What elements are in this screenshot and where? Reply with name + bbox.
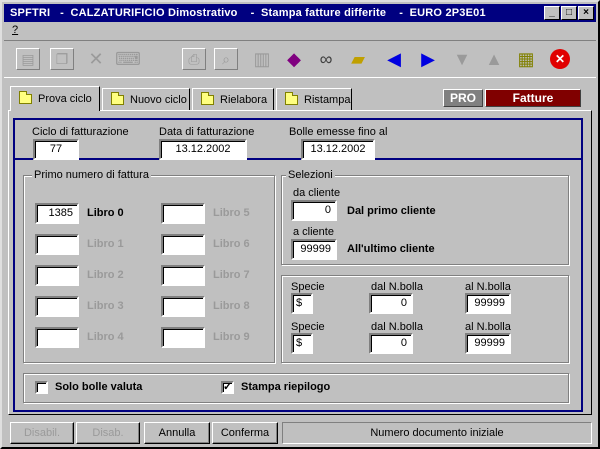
folder-icon bbox=[111, 91, 124, 105]
dal-bolla-input[interactable]: 0 bbox=[369, 293, 413, 314]
libro-5-label: Libro 5 bbox=[213, 207, 250, 219]
folder-open-icon bbox=[19, 91, 32, 104]
search-doc-icon[interactable]: ⌕ bbox=[212, 46, 240, 72]
application-window: SPFTRI - CALZATURIFICIO Dimostrativo - S… bbox=[0, 0, 600, 449]
folder-edit-icon[interactable]: ▰ bbox=[344, 46, 372, 72]
disab-button[interactable]: Disab. bbox=[76, 422, 140, 444]
close-button[interactable]: × bbox=[578, 6, 594, 20]
libro-1-input[interactable] bbox=[35, 234, 79, 255]
menu-help[interactable]: ? bbox=[12, 24, 18, 36]
libro-6-label: Libro 6 bbox=[213, 238, 250, 250]
dal-bolla-label: dal N.bolla bbox=[371, 281, 423, 293]
title-bar: SPFTRI - CALZATURIFICIO Dimostrativo - S… bbox=[4, 4, 596, 22]
libro-8-input[interactable] bbox=[161, 296, 205, 317]
da-cliente-label: da cliente bbox=[293, 187, 341, 199]
divider bbox=[15, 158, 581, 160]
specie-input[interactable]: $ bbox=[291, 333, 313, 354]
libro-0-input[interactable]: 1385 bbox=[35, 203, 79, 224]
bolle-fino-input[interactable]: 13.12.2002 bbox=[301, 139, 375, 160]
a-cliente-desc: All'ultimo cliente bbox=[347, 243, 435, 255]
tab-ristampa[interactable]: Ristampa bbox=[276, 88, 352, 110]
da-cliente-desc: Dal primo cliente bbox=[347, 205, 436, 217]
new-doc-icon[interactable]: ▤ bbox=[14, 46, 42, 72]
dal-bolla-label: dal N.bolla bbox=[371, 321, 423, 333]
conferma-button[interactable]: Conferma bbox=[212, 422, 278, 444]
toolbar: ▤ ❐ ✕ ⌨ ⎙ ⌕ ▥ ◆ ∞ ▰ ◀ ▶ ▼ ▲ ▦ ✕ bbox=[4, 40, 596, 78]
al-bolla-input[interactable]: 99999 bbox=[465, 333, 511, 354]
libro-9-label: Libro 9 bbox=[213, 331, 250, 343]
data-fatturazione-label: Data di fatturazione bbox=[159, 126, 255, 138]
libro-5-input[interactable] bbox=[161, 203, 205, 224]
binoculars-icon[interactable]: ∞ bbox=[312, 46, 340, 72]
calculator-icon[interactable]: ▦ bbox=[512, 46, 540, 72]
dal-bolla-input[interactable]: 0 bbox=[369, 333, 413, 354]
fatture-badge: Fatture bbox=[485, 89, 581, 107]
ciclo-label: Ciclo di fatturazione bbox=[32, 126, 129, 138]
libro-0-label: Libro 0 bbox=[87, 207, 124, 219]
tab-nuovo-ciclo[interactable]: Nuovo ciclo bbox=[102, 88, 190, 110]
da-cliente-input[interactable]: 0 bbox=[291, 200, 337, 221]
copy-doc-icon[interactable]: ❐ bbox=[48, 46, 76, 72]
selezioni-caption: Selezioni bbox=[286, 169, 335, 181]
status-field: Numero documento iniziale bbox=[282, 422, 592, 444]
arrow-right-icon[interactable]: ▶ bbox=[414, 46, 442, 72]
stampa-riepilogo-checkbox[interactable]: ✓ bbox=[221, 381, 234, 394]
solo-bolle-checkbox[interactable] bbox=[35, 381, 48, 394]
stampa-riepilogo-label: Stampa riepilogo bbox=[241, 381, 331, 393]
annulla-button[interactable]: Annulla bbox=[144, 422, 210, 444]
data-fatturazione-input[interactable]: 13.12.2002 bbox=[159, 139, 247, 160]
print-icon[interactable]: ⎙ bbox=[180, 46, 208, 72]
al-bolla-input[interactable]: 99999 bbox=[465, 293, 511, 314]
primo-numero-caption: Primo numero di fattura bbox=[32, 169, 151, 181]
libro-2-label: Libro 2 bbox=[87, 269, 124, 281]
arrow-down-icon[interactable]: ▼ bbox=[448, 46, 476, 72]
keyboard-icon[interactable]: ⌨ bbox=[114, 46, 142, 72]
pro-badge: PRO bbox=[443, 89, 483, 107]
tab-panel: Ciclo di fatturazione 77 Data di fattura… bbox=[8, 110, 592, 415]
specie-input[interactable]: $ bbox=[291, 293, 313, 314]
libro-7-label: Libro 7 bbox=[213, 269, 250, 281]
al-bolla-label: al N.bolla bbox=[465, 281, 511, 293]
close-circle-icon[interactable]: ✕ bbox=[546, 46, 574, 72]
libro-8-label: Libro 8 bbox=[213, 300, 250, 312]
libro-4-label: Libro 4 bbox=[87, 331, 124, 343]
printer-icon[interactable]: ▥ bbox=[248, 46, 276, 72]
a-cliente-label: a cliente bbox=[293, 226, 334, 238]
delete-icon[interactable]: ✕ bbox=[82, 46, 110, 72]
specie-label: Specie bbox=[291, 321, 325, 333]
ciclo-input[interactable]: 77 bbox=[33, 139, 79, 160]
libro-6-input[interactable] bbox=[161, 234, 205, 255]
arrow-left-icon[interactable]: ◀ bbox=[380, 46, 408, 72]
menu-bar: ? bbox=[4, 23, 596, 38]
libro-9-input[interactable] bbox=[161, 327, 205, 348]
minimize-button[interactable]: _ bbox=[544, 6, 560, 20]
tab-rielabora[interactable]: Rielabora bbox=[192, 88, 274, 110]
bolle-fino-label: Bolle emesse fino al bbox=[289, 126, 388, 138]
book-icon[interactable]: ◆ bbox=[280, 46, 308, 72]
al-bolla-label: al N.bolla bbox=[465, 321, 511, 333]
folder-icon bbox=[285, 91, 298, 105]
libro-1-label: Libro 1 bbox=[87, 238, 124, 250]
specie-label: Specie bbox=[291, 281, 325, 293]
libro-3-input[interactable] bbox=[35, 296, 79, 317]
solo-bolle-label: Solo bolle valuta bbox=[55, 381, 143, 393]
libro-7-input[interactable] bbox=[161, 265, 205, 286]
restore-button[interactable]: □ bbox=[561, 6, 577, 20]
folder-icon bbox=[201, 91, 214, 105]
disabil-button[interactable]: Disabil. bbox=[10, 422, 74, 444]
libro-2-input[interactable] bbox=[35, 265, 79, 286]
libro-3-label: Libro 3 bbox=[87, 300, 124, 312]
tab-prova-ciclo[interactable]: Prova ciclo bbox=[10, 86, 100, 111]
libro-4-input[interactable] bbox=[35, 327, 79, 348]
a-cliente-input[interactable]: 99999 bbox=[291, 239, 337, 260]
button-bar: Disabil. Disab. Annulla Conferma Numero … bbox=[4, 422, 596, 444]
window-title: SPFTRI - CALZATURIFICIO Dimostrativo - S… bbox=[10, 7, 486, 19]
arrow-up-icon[interactable]: ▲ bbox=[480, 46, 508, 72]
